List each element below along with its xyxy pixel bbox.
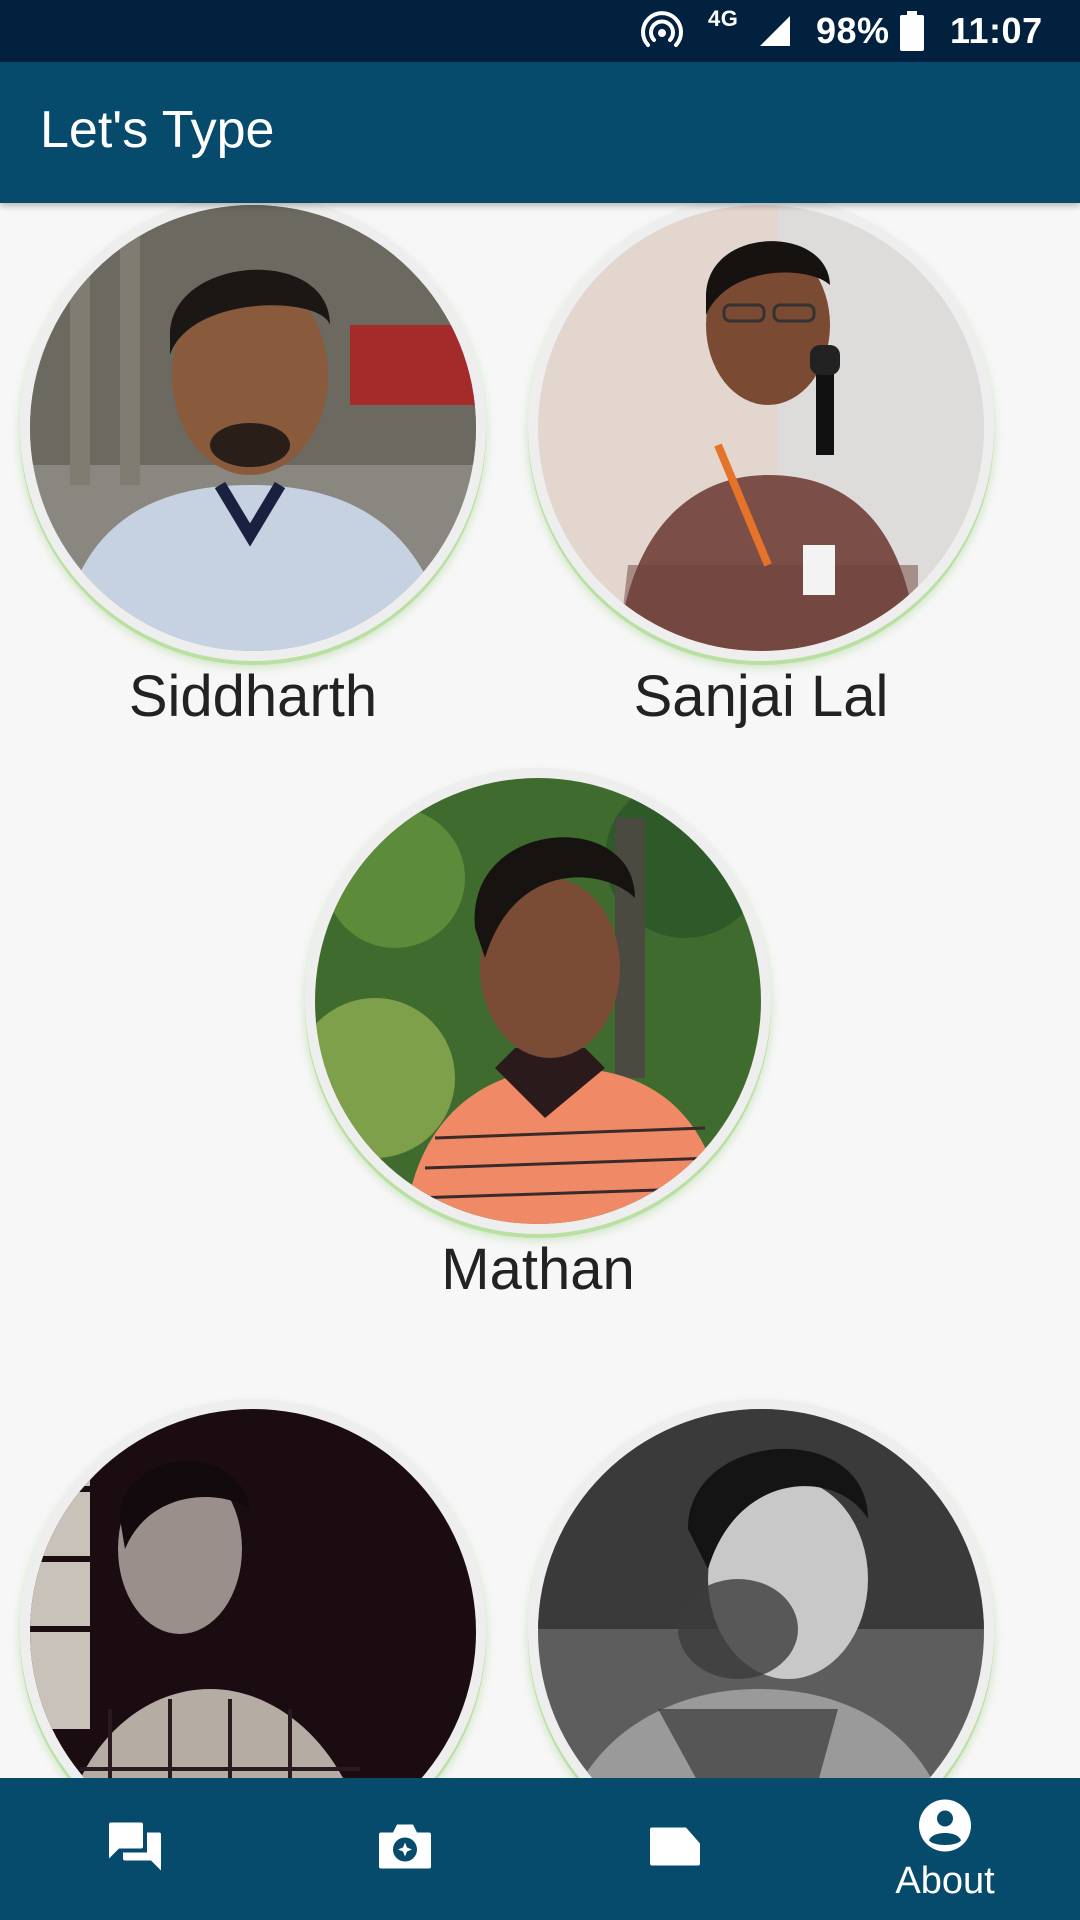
nav-label-about: About xyxy=(895,1860,995,1902)
member-photo[interactable] xyxy=(30,205,476,651)
clock: 11:07 xyxy=(950,10,1043,51)
photo-member-5 xyxy=(538,1409,984,1778)
chat-icon xyxy=(107,1821,163,1878)
app-bar: Let's Type xyxy=(0,62,1080,203)
photo-mathan xyxy=(315,778,761,1224)
avatar-ring xyxy=(305,768,771,1234)
member-photo[interactable] xyxy=(538,205,984,651)
battery-icon xyxy=(900,0,924,62)
nav-item-about[interactable]: About xyxy=(810,1778,1080,1920)
nav-item-camera[interactable] xyxy=(270,1778,540,1920)
team-members-list[interactable]: Siddharth Sanjai Lal Mathan xyxy=(0,203,1080,1778)
photo-member-4 xyxy=(30,1409,476,1778)
member-name: Sanjai Lal xyxy=(633,664,889,729)
member-photo[interactable] xyxy=(30,1409,476,1778)
member-photo[interactable] xyxy=(315,778,761,1224)
avatar-ring xyxy=(20,203,486,661)
photo-siddharth xyxy=(30,205,476,651)
app-title: Let's Type xyxy=(40,101,275,159)
label-icon xyxy=(648,1826,702,1873)
photo-sanjai-lal xyxy=(538,205,984,651)
bottom-navigation: About xyxy=(0,1778,1080,1920)
hotspot-icon xyxy=(640,0,684,62)
avatar-ring xyxy=(528,1399,994,1778)
avatar-ring xyxy=(20,1399,486,1778)
nav-item-label[interactable] xyxy=(540,1778,810,1920)
signal-icon xyxy=(758,0,792,62)
member-name: Siddharth xyxy=(128,664,378,729)
network-type: 4G xyxy=(708,6,739,31)
member-photo[interactable] xyxy=(538,1409,984,1778)
status-bar: 4G 98% 11:07 xyxy=(0,0,1080,62)
nav-item-chat[interactable] xyxy=(0,1778,270,1920)
avatar-ring xyxy=(528,203,994,661)
battery-percentage: 98% xyxy=(816,10,890,51)
member-name: Mathan xyxy=(441,1237,635,1302)
account-circle-icon xyxy=(918,1799,972,1858)
camera-icon xyxy=(377,1823,433,1876)
